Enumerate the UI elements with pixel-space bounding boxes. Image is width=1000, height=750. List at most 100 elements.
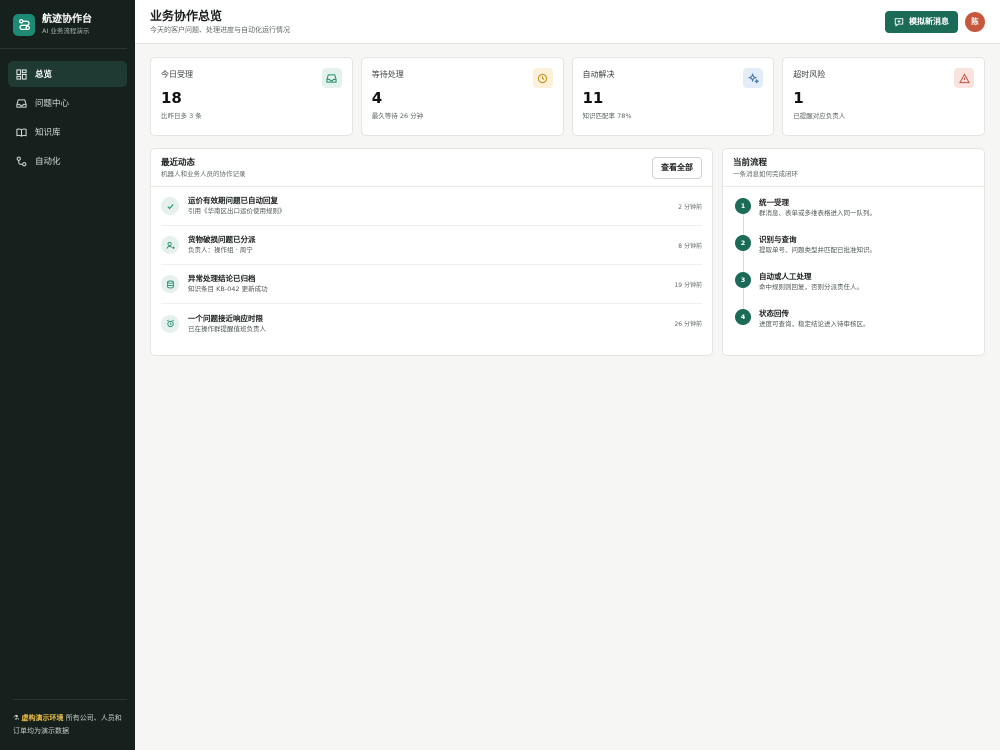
sidebar-item-label: 自动化: [35, 157, 61, 167]
activity-list: 运价有效期问题已自动回复 引用《华南区出口运价使用规则》 2 分钟前 货物破损问…: [151, 187, 712, 343]
activity-item-time: 19 分钟前: [674, 281, 702, 289]
user-assign-icon: [161, 236, 179, 254]
activity-item-desc: 知识条目 KB-042 更新成功: [188, 285, 268, 293]
sidebar-item-label: 问题中心: [35, 99, 70, 109]
stat-card-auto-resolved: 自动解决 11 知识匹配率 78%: [571, 57, 775, 136]
current-flow-panel: 当前流程 一条消息如何完成闭环 1 统一受理 群消息、表单或多维表格进入同一队列…: [722, 148, 985, 356]
demo-environment-note: ⚗ 虚构演示环境 所有公司、人员和订单均为演示数据: [13, 699, 127, 738]
stat-note: 最久等待 26 分钟: [371, 112, 424, 120]
step-title: 统一受理: [759, 198, 789, 207]
stat-label: 超时风险: [793, 70, 826, 79]
workflow-icon: [16, 156, 27, 166]
brand-name: 航迹协作台: [42, 14, 92, 25]
step-title: 状态回传: [759, 309, 789, 318]
step-title: 自动或人工处理: [759, 272, 812, 281]
inbox-icon: [16, 98, 27, 108]
activity-title: 最近动态: [161, 157, 196, 168]
activity-item-time: 26 分钟前: [674, 321, 702, 328]
step-number: 3: [735, 272, 751, 288]
step-desc: 命中规则则回复，否则分派责任人。: [759, 283, 863, 291]
simulate-message-label: 模拟新消息: [909, 17, 949, 26]
stat-note: 比昨日多 3 条: [161, 112, 202, 120]
brand: 航迹协作台 AI 业务流程演示: [0, 0, 127, 49]
stats-row: 今日受理 18 比昨日多 3 条 等待处理 4 最久等待 26 分钟 自动解决 …: [150, 57, 985, 136]
step-desc: 进度可查询，稳定结论进入待审核区。: [759, 320, 870, 328]
clock-icon: [532, 68, 553, 88]
stat-note: 已提醒对应负责人: [793, 112, 846, 120]
activity-item-desc: 负责人：操作组 · 周宁: [188, 246, 253, 254]
step-desc: 提取单号、问题类型并匹配已批准知识。: [759, 246, 876, 254]
sidebar-item-automation[interactable]: 自动化: [8, 148, 127, 174]
message-plus-icon: [894, 17, 904, 27]
brand-logo-icon: [13, 13, 35, 36]
step-connector: [742, 251, 744, 272]
step-connector: [742, 288, 744, 309]
book-icon: [16, 127, 27, 137]
panels-row: 最近动态 机器人和业务人员的协作记录 查看全部 运价有效期问题已自动回复 引用《…: [150, 148, 985, 356]
activity-item-title: 货物破损问题已分派: [188, 235, 256, 244]
stat-card-timeout-risk: 超时风险 1 已提醒对应负责人: [782, 57, 985, 136]
activity-item-desc: 引用《华南区出口运价使用规则》: [188, 207, 286, 215]
list-item[interactable]: 异常处理结论已归档 知识条目 KB-042 更新成功 19 分钟前: [161, 265, 702, 304]
step-connector: [742, 214, 744, 235]
flow-step: 2 识别与查询 提取单号、问题类型并匹配已批准知识。: [735, 234, 972, 272]
top-bar: 业务协作总览 今天的客户问题、处理进度与自动化运行情况 模拟新消息 陈: [135, 0, 1000, 44]
sidebar-item-label: 总览: [35, 70, 53, 80]
alarm-icon: [161, 314, 179, 333]
sidebar: 航迹协作台 AI 业务流程演示 总览 问题中心 知识库 自动化 ⚗ 虚构演示环境…: [0, 0, 135, 750]
database-icon: [161, 275, 179, 293]
list-item[interactable]: 一个问题接近响应时限 已在操作群提醒值班负责人 26 分钟前: [161, 304, 702, 343]
step-number: 1: [735, 198, 751, 214]
stat-value: 11: [582, 89, 604, 107]
dashboard-icon: [16, 68, 27, 80]
stat-label: 今日受理: [161, 70, 193, 79]
avatar[interactable]: 陈: [965, 11, 985, 32]
sidebar-nav: 总览 问题中心 知识库 自动化: [0, 49, 135, 186]
activity-item-time: 2 分钟前: [678, 203, 702, 211]
page-subtitle: 今天的客户问题、处理进度与自动化运行情况: [150, 25, 290, 34]
main-area: 业务协作总览 今天的客户问题、处理进度与自动化运行情况 模拟新消息 陈 今日受理…: [135, 0, 1000, 750]
step-desc: 群消息、表单或多维表格进入同一队列。: [759, 209, 876, 217]
step-title: 识别与查询: [759, 235, 797, 244]
stat-label: 等待处理: [371, 70, 404, 79]
flow-steps: 1 统一受理 群消息、表单或多维表格进入同一队列。 2 识别与查询 提取单号、问…: [723, 187, 984, 355]
recent-activity-panel: 最近动态 机器人和业务人员的协作记录 查看全部 运价有效期问题已自动回复 引用《…: [150, 148, 713, 356]
sidebar-item-knowledge[interactable]: 知识库: [8, 119, 127, 145]
stat-card-pending: 等待处理 4 最久等待 26 分钟: [360, 57, 564, 136]
stat-card-today: 今日受理 18 比昨日多 3 条: [150, 57, 353, 136]
flow-subtitle: 一条消息如何完成闭环: [733, 169, 798, 178]
content: 今日受理 18 比昨日多 3 条 等待处理 4 最久等待 26 分钟 自动解决 …: [135, 44, 1000, 369]
page-title: 业务协作总览: [150, 8, 223, 23]
activity-item-time: 8 分钟前: [678, 242, 702, 250]
activity-item-title: 运价有效期问题已自动回复: [188, 196, 278, 205]
check-icon: [161, 197, 179, 215]
activity-item-title: 一个问题接近响应时限: [188, 313, 263, 323]
brand-subtitle: AI 业务流程演示: [42, 27, 90, 35]
sparkle-icon: [743, 68, 764, 88]
stat-note: 知识匹配率 78%: [582, 112, 632, 120]
stat-value: 1: [793, 89, 804, 107]
flow-step: 3 自动或人工处理 命中规则则回复，否则分派责任人。: [735, 271, 972, 309]
activity-item-title: 异常处理结论已归档: [188, 274, 256, 283]
sidebar-item-label: 知识库: [35, 128, 61, 138]
flow-step: 4 状态回传 进度可查询，稳定结论进入待审核区。: [735, 308, 972, 345]
flow-title: 当前流程: [733, 157, 768, 168]
step-number: 4: [735, 309, 751, 325]
inbox-icon: [321, 68, 342, 88]
view-all-button[interactable]: 查看全部: [652, 156, 702, 179]
list-item[interactable]: 运价有效期问题已自动回复 引用《华南区出口运价使用规则》 2 分钟前: [161, 187, 702, 226]
step-number: 2: [735, 235, 751, 251]
sidebar-item-overview[interactable]: 总览: [8, 61, 127, 87]
sidebar-item-issues[interactable]: 问题中心: [8, 90, 127, 116]
demo-tag: 虚构演示环境: [21, 714, 64, 722]
warning-icon: [954, 68, 974, 88]
flask-icon: ⚗: [13, 714, 20, 722]
activity-item-desc: 已在操作群提醒值班负责人: [188, 324, 266, 333]
flow-step: 1 统一受理 群消息、表单或多维表格进入同一队列。: [735, 197, 972, 235]
list-item[interactable]: 货物破损问题已分派 负责人：操作组 · 周宁 8 分钟前: [161, 226, 702, 265]
stat-value: 4: [371, 89, 383, 107]
simulate-message-button[interactable]: 模拟新消息: [885, 10, 958, 33]
stat-value: 18: [161, 89, 182, 107]
stat-label: 自动解决: [582, 70, 615, 79]
activity-subtitle: 机器人和业务人员的协作记录: [161, 169, 246, 178]
